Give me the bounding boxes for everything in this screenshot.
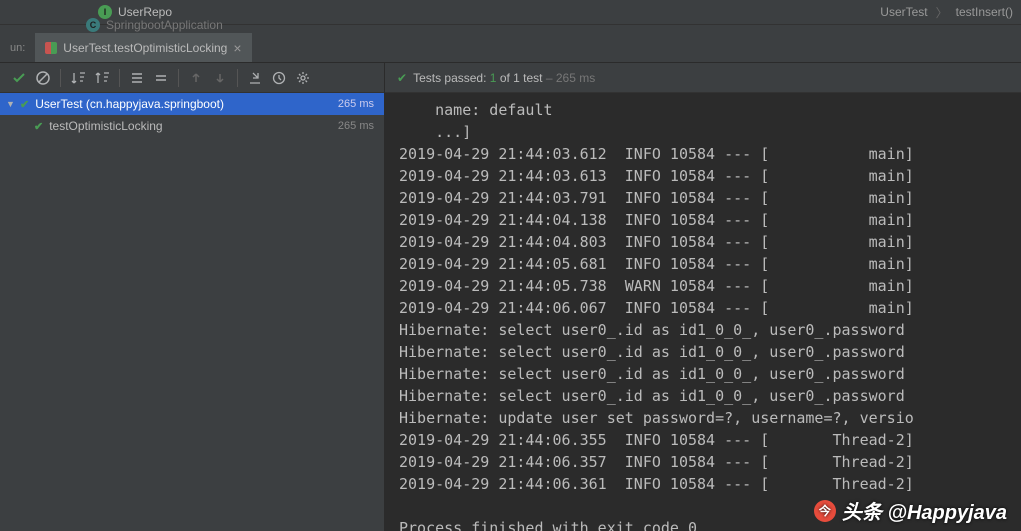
sort-button[interactable] bbox=[67, 67, 89, 89]
breadcrumb-parent[interactable]: UserTest bbox=[880, 5, 927, 19]
test-results-panel: ▼ ✔ UserTest (cn.happyjava.springboot) 2… bbox=[0, 63, 385, 531]
test-tree-root[interactable]: ▼ ✔ UserTest (cn.happyjava.springboot) 2… bbox=[0, 93, 384, 115]
check-icon: ✔ bbox=[397, 71, 407, 85]
chevron-down-icon[interactable]: ▼ bbox=[6, 99, 18, 109]
test-icon bbox=[45, 42, 57, 54]
status-count: 1 bbox=[490, 71, 497, 85]
test-class-label: UserTest (cn.happyjava.springboot) bbox=[35, 97, 336, 111]
export-button[interactable] bbox=[244, 67, 266, 89]
run-label: un: bbox=[0, 33, 35, 62]
status-duration: – 265 ms bbox=[546, 71, 595, 85]
status-middle: of 1 test bbox=[500, 71, 543, 85]
console-panel: ✔ Tests passed: 1 of 1 test – 265 ms nam… bbox=[385, 63, 1021, 531]
test-status-bar: ✔ Tests passed: 1 of 1 test – 265 ms bbox=[385, 63, 1021, 93]
collapse-all-button[interactable] bbox=[150, 67, 172, 89]
next-failed-button[interactable] bbox=[209, 67, 231, 89]
interface-icon: I bbox=[98, 5, 112, 19]
prev-failed-button[interactable] bbox=[185, 67, 207, 89]
show-ignored-button[interactable] bbox=[32, 67, 54, 89]
check-icon: ✔ bbox=[34, 120, 43, 133]
close-icon[interactable]: × bbox=[233, 41, 241, 55]
chevron-right-icon: 〉 bbox=[936, 4, 948, 21]
expand-all-button[interactable] bbox=[126, 67, 148, 89]
test-tree-item[interactable]: ✔ testOptimisticLocking 265 ms bbox=[0, 115, 384, 137]
check-icon: ✔ bbox=[20, 98, 29, 111]
sort-alpha-button[interactable] bbox=[91, 67, 113, 89]
project-tree-item[interactable]: SpringbootApplication bbox=[106, 18, 223, 32]
run-tab-bar: un: UserTest.testOptimisticLocking × bbox=[0, 33, 1021, 63]
test-duration: 265 ms bbox=[338, 98, 378, 110]
tab-label: UserTest.testOptimisticLocking bbox=[63, 41, 227, 55]
settings-button[interactable] bbox=[292, 67, 314, 89]
history-button[interactable] bbox=[268, 67, 290, 89]
watermark: 今 头条 @Happyjava bbox=[814, 496, 1007, 525]
status-prefix: Tests passed: bbox=[413, 71, 486, 85]
breadcrumb-method[interactable]: testInsert() bbox=[956, 5, 1013, 19]
test-toolbar bbox=[0, 63, 384, 93]
test-tree[interactable]: ▼ ✔ UserTest (cn.happyjava.springboot) 2… bbox=[0, 93, 384, 531]
breadcrumb: UserTest 〉 testInsert() bbox=[880, 4, 1013, 21]
watermark-text: 头条 @Happyjava bbox=[842, 496, 1007, 525]
project-tree-item[interactable]: UserRepo bbox=[118, 5, 172, 19]
console-output[interactable]: name: default ...] 2019-04-29 21:44:03.6… bbox=[385, 93, 1021, 531]
test-duration: 265 ms bbox=[338, 120, 378, 132]
show-passed-button[interactable] bbox=[8, 67, 30, 89]
test-method-label: testOptimisticLocking bbox=[49, 119, 336, 133]
class-icon: C bbox=[86, 18, 100, 32]
run-tab[interactable]: UserTest.testOptimisticLocking × bbox=[35, 33, 252, 62]
watermark-icon: 今 bbox=[814, 500, 836, 522]
